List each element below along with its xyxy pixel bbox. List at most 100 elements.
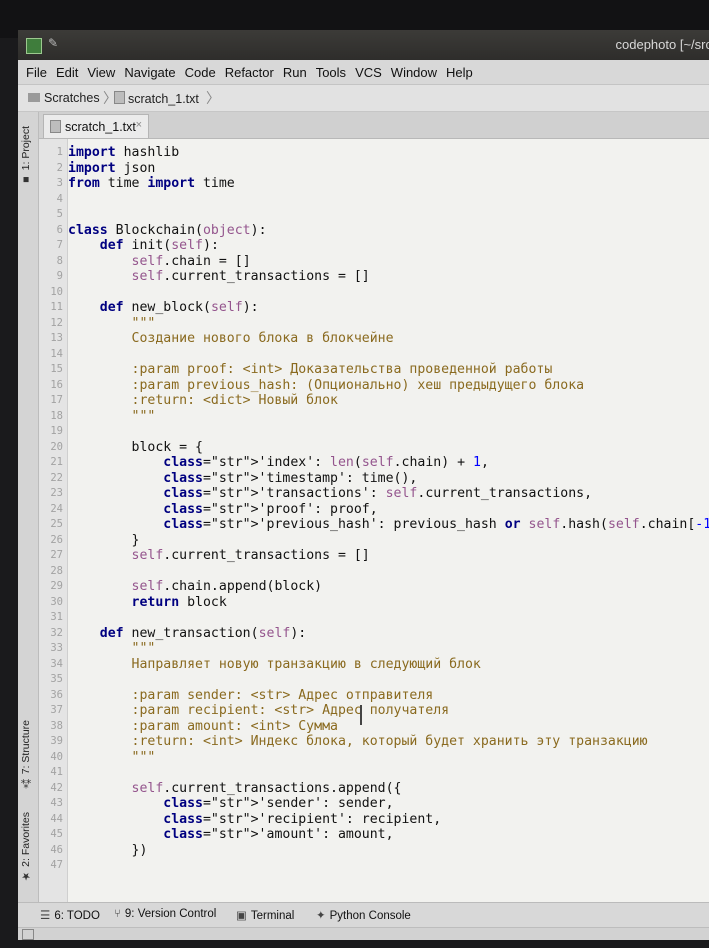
title-bar: ✎ codephoto [~/src <box>18 30 709 60</box>
code-line: self.chain = [] <box>131 253 251 269</box>
line-number: 16 <box>50 378 63 391</box>
code-line: self.current_transactions.append({ <box>131 780 402 796</box>
tool-terminal[interactable]: ▣ Terminal <box>236 908 294 922</box>
layout-toggle-icon[interactable] <box>22 929 34 940</box>
code-line: :param proof: <int> Доказательства прове… <box>68 362 553 377</box>
line-number: 17 <box>50 394 63 406</box>
menu-view[interactable]: View <box>83 60 119 80</box>
line-number: 45 <box>50 828 63 840</box>
code-editor[interactable]: import hashlib import json from time impor… <box>68 139 709 902</box>
line-number: 30 <box>50 595 63 608</box>
todo-icon: ☰ <box>40 910 51 922</box>
tool-tab-structure[interactable]: ⁂ 7: Structure <box>20 720 32 789</box>
code-line: """ <box>68 641 156 656</box>
line-number: 13 <box>50 332 63 344</box>
line-number: 6 <box>56 223 63 236</box>
code-line: """ <box>68 315 156 331</box>
code-line: :param amount: <int> Сумма <box>68 718 338 734</box>
menu-code[interactable]: Code <box>181 60 220 80</box>
code-line: class="str">'timestamp': time(), <box>163 470 418 486</box>
line-number: 15 <box>50 363 63 375</box>
tool-version-control[interactable]: ⑂ 9: Version Control <box>114 908 216 920</box>
code-line: Создание нового блока в блокчейне <box>68 331 394 346</box>
menu-navigate[interactable]: Navigate <box>120 60 179 80</box>
tool-tab-project[interactable]: ■ 1: Project <box>20 126 32 185</box>
chevron-right-icon: 〉 <box>206 90 220 106</box>
line-number: 4 <box>56 192 63 205</box>
breadcrumb-file[interactable]: scratch_1.txt <box>114 91 199 106</box>
code-line: } <box>68 532 140 548</box>
tool-todo[interactable]: ☰ 6: TODO <box>40 908 100 922</box>
status-bar <box>18 927 709 940</box>
breadcrumb-label: Scratches <box>44 91 100 105</box>
line-number: 43 <box>50 797 63 809</box>
menu-vcs[interactable]: VCS <box>351 60 386 80</box>
tab-label: scratch_1.txt <box>65 120 136 134</box>
code-line: :param sender: <str> Адрес отправителя <box>68 687 434 703</box>
bottom-tool-bar: ☰ 6: TODO ⑂ 9: Version Control ▣ Terminal ✦… <box>18 902 709 927</box>
line-number: 25 <box>50 518 63 530</box>
line-number: 1 <box>56 146 63 158</box>
tab-scratch-1[interactable]: scratch_1.txt × <box>43 114 149 138</box>
line-number: 38 <box>50 719 63 732</box>
tool-tab-label: 2: Favorites <box>20 812 32 867</box>
tool-tab-favorites[interactable]: ★ 2: Favorites <box>20 812 32 882</box>
code-line: class="str">'recipient': recipient, <box>163 811 442 827</box>
line-number: 24 <box>50 502 63 515</box>
code-line: def init(self): <box>99 238 219 253</box>
tool-python-console[interactable]: ✦ Python Console <box>316 908 411 922</box>
code-line: return block <box>131 594 227 610</box>
line-number: 42 <box>50 781 63 794</box>
window-title: codephoto [~/src <box>615 37 709 52</box>
breadcrumb-scratches[interactable]: Scratches <box>28 91 100 105</box>
folder-icon <box>28 93 40 102</box>
line-number: 34 <box>50 657 63 670</box>
code-line: import json <box>68 160 156 176</box>
code-line: :return: <dict> Новый блок <box>68 393 338 408</box>
vcs-icon: ⑂ <box>114 908 121 920</box>
code-line: class="str">'index': len(self.chain) + 1… <box>163 455 489 470</box>
line-number: 39 <box>50 735 63 747</box>
line-number: 23 <box>50 487 63 499</box>
line-number: 46 <box>50 843 63 856</box>
code-line: self.chain.append(block) <box>131 579 323 594</box>
line-number: 31 <box>50 611 63 623</box>
line-number: 40 <box>50 750 63 763</box>
tool-label: 6: TODO <box>54 910 100 922</box>
pin-icon[interactable]: ✎ <box>48 36 58 50</box>
line-number-gutter: 1 2 3 4 5 6 7 8 9 10 11 12 13 14 15 16 17 18 19 20 21 22 23 24 2… <box>39 139 68 902</box>
menu-file[interactable]: File <box>22 60 51 80</box>
line-number: 20 <box>50 440 63 453</box>
line-number: 44 <box>50 812 63 825</box>
line-number: 21 <box>50 456 63 468</box>
menu-edit[interactable]: Edit <box>52 60 82 80</box>
code-line: """ <box>68 749 156 765</box>
close-icon[interactable]: × <box>136 119 142 131</box>
line-number: 28 <box>50 564 63 577</box>
tool-label: Terminal <box>250 910 295 922</box>
line-number: 18 <box>50 409 63 422</box>
line-number: 29 <box>50 580 63 592</box>
line-number: 47 <box>50 859 63 871</box>
menu-refactor[interactable]: Refactor <box>221 60 278 80</box>
code-line: """ <box>68 408 156 424</box>
menu-bar: File Edit View Navigate Code Refactor Run Tools… <box>18 60 709 85</box>
menu-tools[interactable]: Tools <box>312 60 350 80</box>
line-number: 27 <box>50 549 63 561</box>
pycharm-logo-icon <box>26 38 42 54</box>
menu-window[interactable]: Window <box>387 60 441 80</box>
menu-help[interactable]: Help <box>442 60 477 80</box>
code-line: class Blockchain(object): <box>68 222 267 238</box>
line-number: 35 <box>50 673 63 685</box>
line-number: 11 <box>50 301 63 313</box>
menu-run[interactable]: Run <box>279 60 311 80</box>
tool-label: Python Console <box>329 910 411 922</box>
line-number: 5 <box>56 208 63 220</box>
